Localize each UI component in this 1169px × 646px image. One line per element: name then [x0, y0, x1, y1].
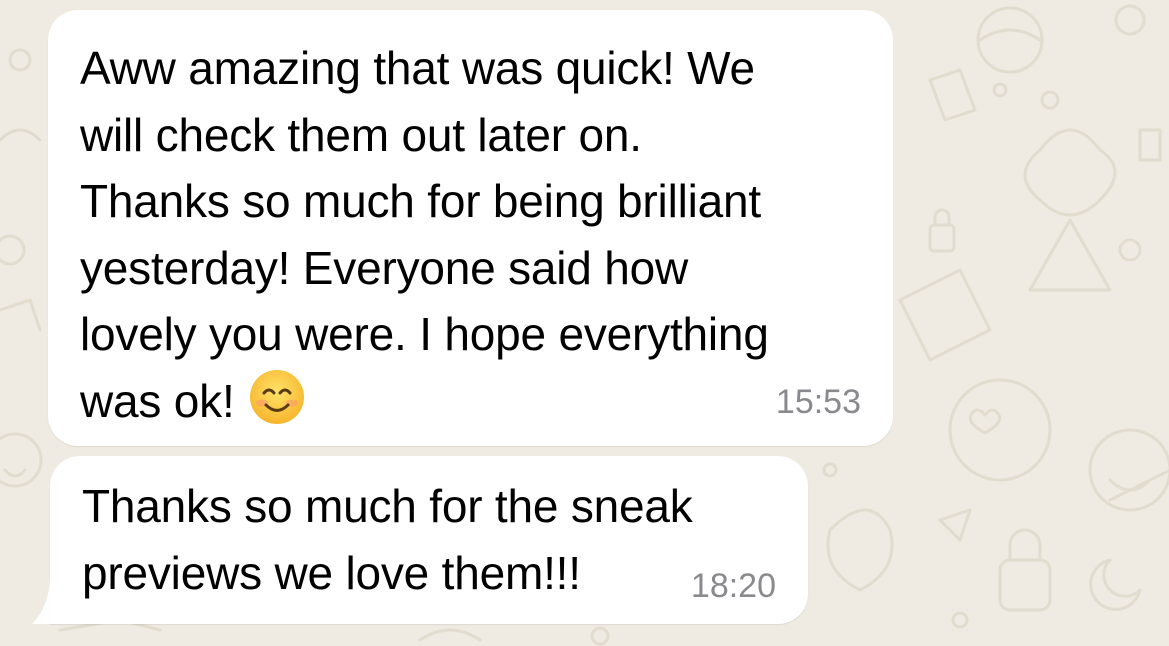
flower-doodle-icon: [1023, 128, 1117, 217]
smiling-face-emoji-icon: [249, 369, 304, 424]
moon-doodle-icon: [1089, 558, 1142, 611]
corn-doodle-icon: [826, 508, 894, 592]
heart-face-doodle-icon: [948, 378, 1052, 482]
message-text: Aww amazing that was quick! We will chec…: [80, 42, 769, 427]
ball-doodle-icon: [976, 6, 1044, 74]
mountain-doodle-icon: [1028, 218, 1112, 292]
message-timestamp: 18:20: [690, 567, 776, 605]
message-timestamp: 15:53: [775, 383, 861, 421]
house-doodle-icon: [928, 68, 977, 122]
pencil-doodle-icon: [898, 268, 992, 362]
send-doodle-icon: [938, 508, 972, 542]
message-text: Thanks so much for the sneak previews we…: [82, 480, 693, 599]
message-bubble[interactable]: Aww amazing that was quick! We will chec…: [48, 10, 893, 446]
lock-doodle-icon: [928, 223, 956, 253]
smile-doodle-icon: [1088, 428, 1169, 512]
lock-large-doodle-icon: [998, 558, 1052, 612]
message-bubble[interactable]: Thanks so much for the sneak previews we…: [50, 456, 808, 624]
